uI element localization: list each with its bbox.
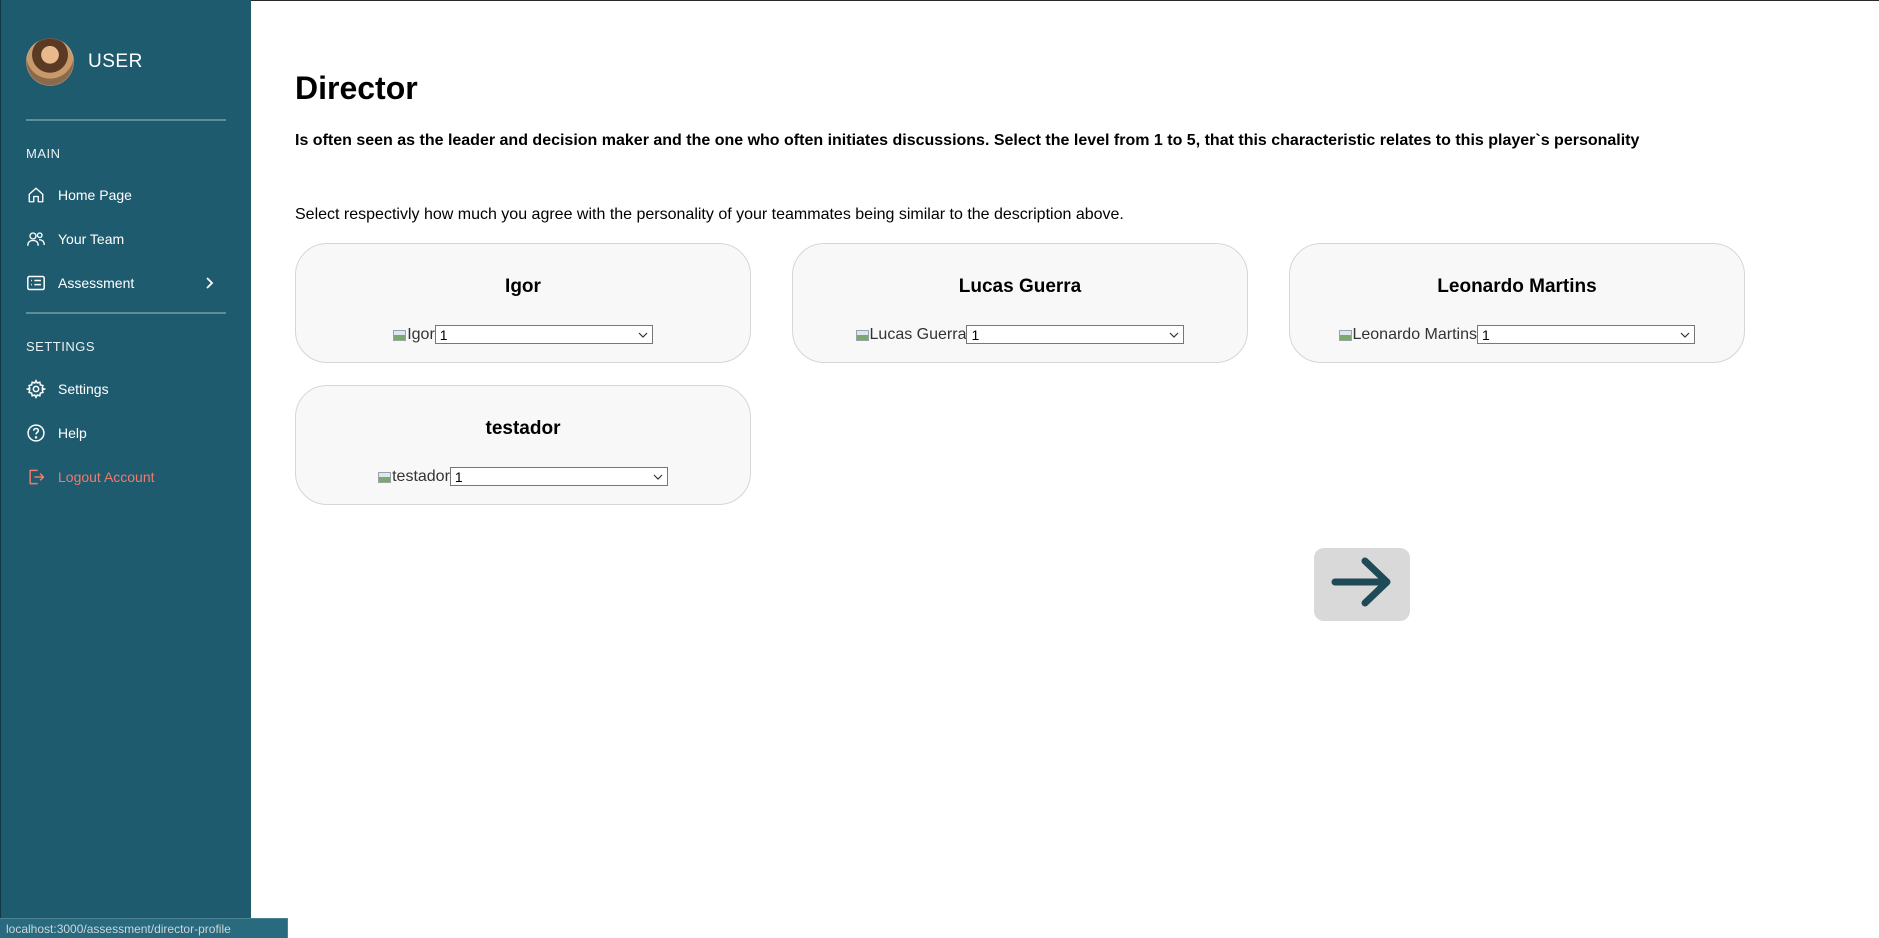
sidebar-item-label: Settings (58, 381, 109, 397)
broken-image-icon (1339, 329, 1353, 341)
sidebar: USER MAIN Home Page Your Team Assessment… (0, 0, 251, 938)
sidebar-item-your-team[interactable]: Your Team (26, 225, 216, 253)
chevron-down-icon (1169, 330, 1179, 340)
assessment-icon (26, 273, 46, 293)
teammate-photo: testador (378, 468, 450, 486)
next-button[interactable] (1314, 548, 1410, 621)
home-icon (26, 185, 46, 205)
teammate-card: testador testador 1 (295, 385, 751, 505)
teammate-card: Igor Igor 1 (295, 243, 751, 363)
section-title-settings: SETTINGS (26, 339, 96, 354)
teammate-name: testador (485, 418, 561, 439)
teammate-photo-alt: Igor (407, 325, 435, 343)
sidebar-item-label: Home Page (58, 187, 132, 203)
teammate-photo-alt: testador (392, 467, 450, 485)
sidebar-divider (26, 312, 226, 314)
sidebar-item-label: Logout Account (58, 469, 155, 485)
sidebar-item-label: Help (58, 425, 87, 441)
help-icon (26, 423, 46, 443)
teammate-photo: Lucas Guerra (855, 325, 967, 344)
teammate-card: Lucas Guerra Lucas Guerra 1 (792, 243, 1248, 363)
logout-icon (26, 467, 46, 487)
broken-image-icon (378, 471, 392, 483)
section-title-main: MAIN (26, 146, 61, 161)
chevron-down-icon (638, 330, 648, 340)
page-title: Director (295, 70, 418, 106)
sidebar-divider (26, 119, 226, 121)
teammate-name: Leonardo Martins (1437, 276, 1597, 297)
page-description: Is often seen as the leader and decision… (295, 132, 1640, 149)
sidebar-item-assessment[interactable]: Assessment (26, 269, 216, 297)
broken-image-icon (855, 329, 869, 341)
users-icon (26, 229, 46, 249)
teammate-photo: Leonardo Martins (1339, 326, 1477, 344)
gear-icon (26, 379, 46, 399)
chevron-down-icon (1680, 330, 1690, 340)
teammate-photo-alt: Leonardo Martins (1352, 325, 1477, 343)
user-profile[interactable]: USER (26, 38, 143, 86)
sidebar-item-home[interactable]: Home Page (26, 181, 216, 209)
window-top-border (0, 0, 1879, 1)
level-select-value: 1 (439, 326, 448, 343)
page-instruction: Select respectivly how much you agree wi… (295, 206, 1124, 223)
level-select[interactable]: 1 (434, 325, 653, 344)
level-select-value: 1 (1482, 326, 1490, 343)
teammate-name: Igor (505, 276, 541, 297)
broken-image-icon (393, 329, 407, 341)
avatar[interactable] (26, 38, 74, 86)
status-bar-url: localhost:3000/assessment/director-profi… (0, 918, 288, 938)
chevron-right-icon[interactable] (202, 276, 216, 290)
level-select[interactable]: 1 (1477, 325, 1695, 344)
sidebar-item-label: Your Team (58, 231, 125, 247)
sidebar-item-settings[interactable]: Settings (26, 375, 216, 403)
teammate-name: Lucas Guerra (958, 276, 1082, 297)
arrow-right-icon (1329, 555, 1395, 614)
level-select-value: 1 (971, 326, 980, 343)
sidebar-item-label: Assessment (58, 275, 135, 291)
teammate-card: Leonardo Martins Leonardo Martins 1 (1289, 243, 1745, 363)
user-name: USER (88, 51, 143, 72)
level-select-value: 1 (454, 468, 463, 485)
level-select[interactable]: 1 (966, 325, 1185, 344)
sidebar-item-logout[interactable]: Logout Account (26, 463, 216, 491)
level-select[interactable]: 1 (449, 467, 668, 486)
chevron-down-icon (653, 472, 663, 482)
sidebar-item-help[interactable]: Help (26, 419, 216, 447)
teammate-photo: Igor (393, 326, 435, 344)
teammate-photo-alt: Lucas Guerra (869, 325, 967, 343)
